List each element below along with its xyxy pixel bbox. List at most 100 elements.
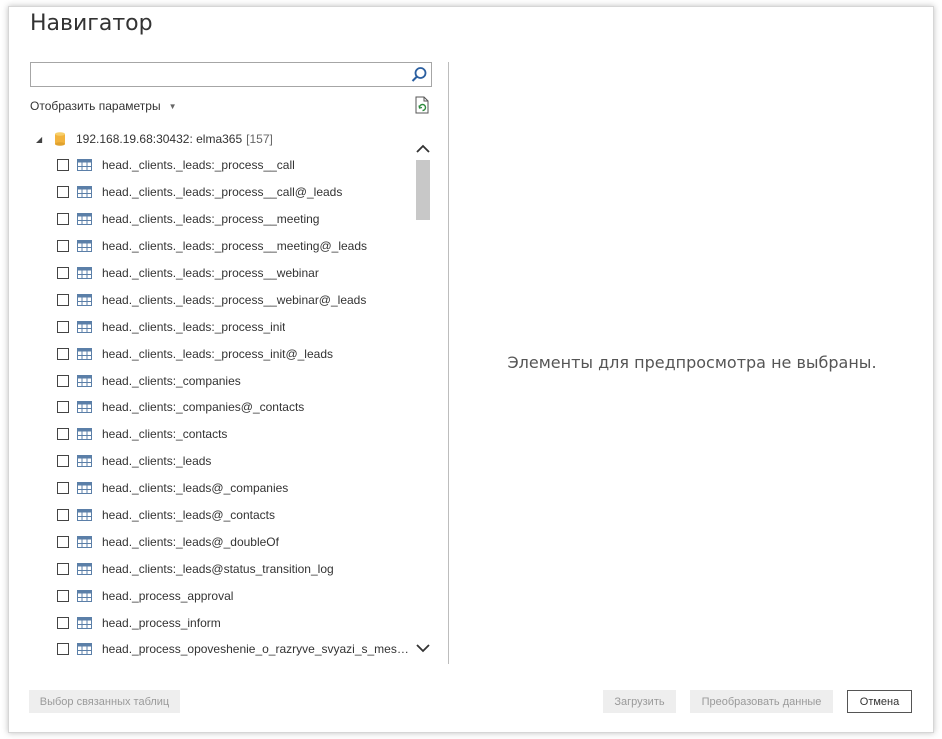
scroll-down-icon[interactable] [414,639,432,657]
display-options-dropdown[interactable]: Отобразить параметры ▼ [30,99,177,113]
search-box[interactable] [30,62,432,87]
table-icon [77,589,92,602]
table-row-label: head._process_opoveshenie_o_razryve_svya… [102,642,412,657]
checkbox[interactable] [57,401,69,414]
checkbox[interactable] [57,509,69,522]
table-row-label: head._clients:_contacts [102,427,228,442]
table-row[interactable]: head._clients._leads:_process_init [30,313,414,340]
table-row[interactable]: head._clients:_leads [30,448,414,475]
dialog-title: Навигатор [30,11,153,36]
table-row[interactable]: head._clients._leads:_process__call [30,152,414,179]
search-input[interactable] [31,63,407,86]
checkbox[interactable] [57,267,69,279]
table-row-label: head._clients._leads:_process_init@_lead… [102,346,333,361]
table-row[interactable]: head._clients._leads:_process__call@_lea… [30,179,414,206]
table-icon [77,374,92,387]
table-icon [77,401,92,414]
checkbox[interactable] [57,347,69,360]
checkbox[interactable] [57,616,69,629]
table-row-label: head._clients:_leads [102,454,212,469]
navigator-tree: ◢ 192.168.19.68:30432: elma365 [157] hea… [30,126,414,665]
checkbox[interactable] [57,428,69,441]
expand-triangle-icon[interactable]: ◢ [36,135,46,144]
checkbox[interactable] [57,293,69,306]
table-icon [77,535,92,548]
navigator-dialog: Навигатор Отобразить параметры ▼ ◢ 192.1… [8,6,934,733]
checkbox[interactable] [57,482,69,495]
table-row-label: head._process_approval [102,588,234,603]
database-icon [55,132,65,146]
table-icon [77,320,92,333]
table-row-label: head._clients._leads:_process__meeting [102,212,320,227]
cancel-button[interactable]: Отмена [847,690,912,713]
caret-down-icon: ▼ [168,101,177,111]
table-row[interactable]: head._process_opoveshenie_o_razryve_svya… [30,636,414,663]
table-icon [77,159,92,172]
select-related-tables-button[interactable]: Выбор связанных таблиц [29,690,180,713]
table-icon [77,213,92,226]
checkbox[interactable] [57,240,69,253]
checkbox[interactable] [57,186,69,199]
table-row[interactable]: head._clients:_leads@_contacts [30,502,414,529]
table-row[interactable]: head._clients._leads:_process__webinar [30,260,414,287]
table-row[interactable]: head._clients:_leads@_doubleOf [30,528,414,555]
display-options-label: Отобразить параметры [30,99,161,113]
table-row-label: head._clients:_leads@status_transition_l… [102,561,334,576]
tree-root[interactable]: ◢ 192.168.19.68:30432: elma365 [157] [30,126,273,152]
checkbox[interactable] [57,159,69,172]
table-icon [77,509,92,522]
table-row[interactable]: head._clients:_contacts [30,421,414,448]
refresh-icon[interactable] [414,96,430,114]
table-icon [77,455,92,468]
table-row-label: head._clients._leads:_process__call [102,158,295,173]
table-row[interactable]: head._process_approval [30,582,414,609]
table-list: head._clients._leads:_process__call head.… [30,152,414,663]
checkbox[interactable] [57,320,69,333]
load-button[interactable]: Загрузить [603,690,676,713]
table-row[interactable]: head._clients._leads:_process__meeting@_… [30,233,414,260]
table-row-label: head._clients._leads:_process_init [102,319,286,334]
table-row[interactable]: head._clients._leads:_process_init@_lead… [30,340,414,367]
table-row-label: head._process_inform [102,615,221,630]
table-icon [77,293,92,306]
checkbox[interactable] [57,643,69,656]
search-icon[interactable] [410,66,428,84]
table-row-label: head._clients:_companies [102,373,241,388]
table-icon [77,240,92,253]
checkbox[interactable] [57,535,69,548]
table-row-label: head._clients:_leads@_companies [102,481,289,496]
table-row-label: head._clients._leads:_process__webinar [102,266,319,280]
table-row-label: head._clients._leads:_process__call@_lea… [102,185,343,200]
scroll-up-icon[interactable] [414,140,432,158]
checkbox[interactable] [57,562,69,575]
table-icon [77,616,92,629]
checkbox[interactable] [57,374,69,387]
checkbox[interactable] [57,455,69,468]
preview-empty-message: Элементы для предпросмотра не выбраны. [507,353,877,372]
checkbox[interactable] [57,213,69,226]
scrollbar-thumb[interactable] [416,160,430,220]
table-row-label: head._clients:_leads@_doubleOf [102,534,279,549]
table-icon [77,482,92,495]
tree-scrollbar[interactable] [414,134,432,657]
table-row-label: head._clients:_companies@_contacts [102,400,305,415]
checkbox[interactable] [57,589,69,602]
table-icon [77,186,92,199]
table-row-label: head._clients:_leads@_contacts [102,508,275,523]
table-row-label: head._clients._leads:_process__meeting@_… [102,239,368,254]
tree-root-label: 192.168.19.68:30432: elma365 [76,132,243,146]
table-row[interactable]: head._clients:_companies@_contacts [30,394,414,421]
table-icon [77,347,92,360]
table-icon [77,428,92,441]
table-row[interactable]: head._clients._leads:_process__meeting [30,206,414,233]
table-icon [77,643,92,656]
tree-root-count: [157] [246,132,273,146]
table-icon [77,267,92,279]
table-row[interactable]: head._clients:_companies [30,367,414,394]
transform-data-button[interactable]: Преобразовать данные [690,690,833,713]
table-row[interactable]: head._clients:_leads@_companies [30,475,414,502]
table-row[interactable]: head._clients._leads:_process__webinar@_… [30,286,414,313]
table-row[interactable]: head._clients:_leads@status_transition_l… [30,555,414,582]
table-icon [77,562,92,575]
table-row[interactable]: head._process_inform [30,609,414,636]
